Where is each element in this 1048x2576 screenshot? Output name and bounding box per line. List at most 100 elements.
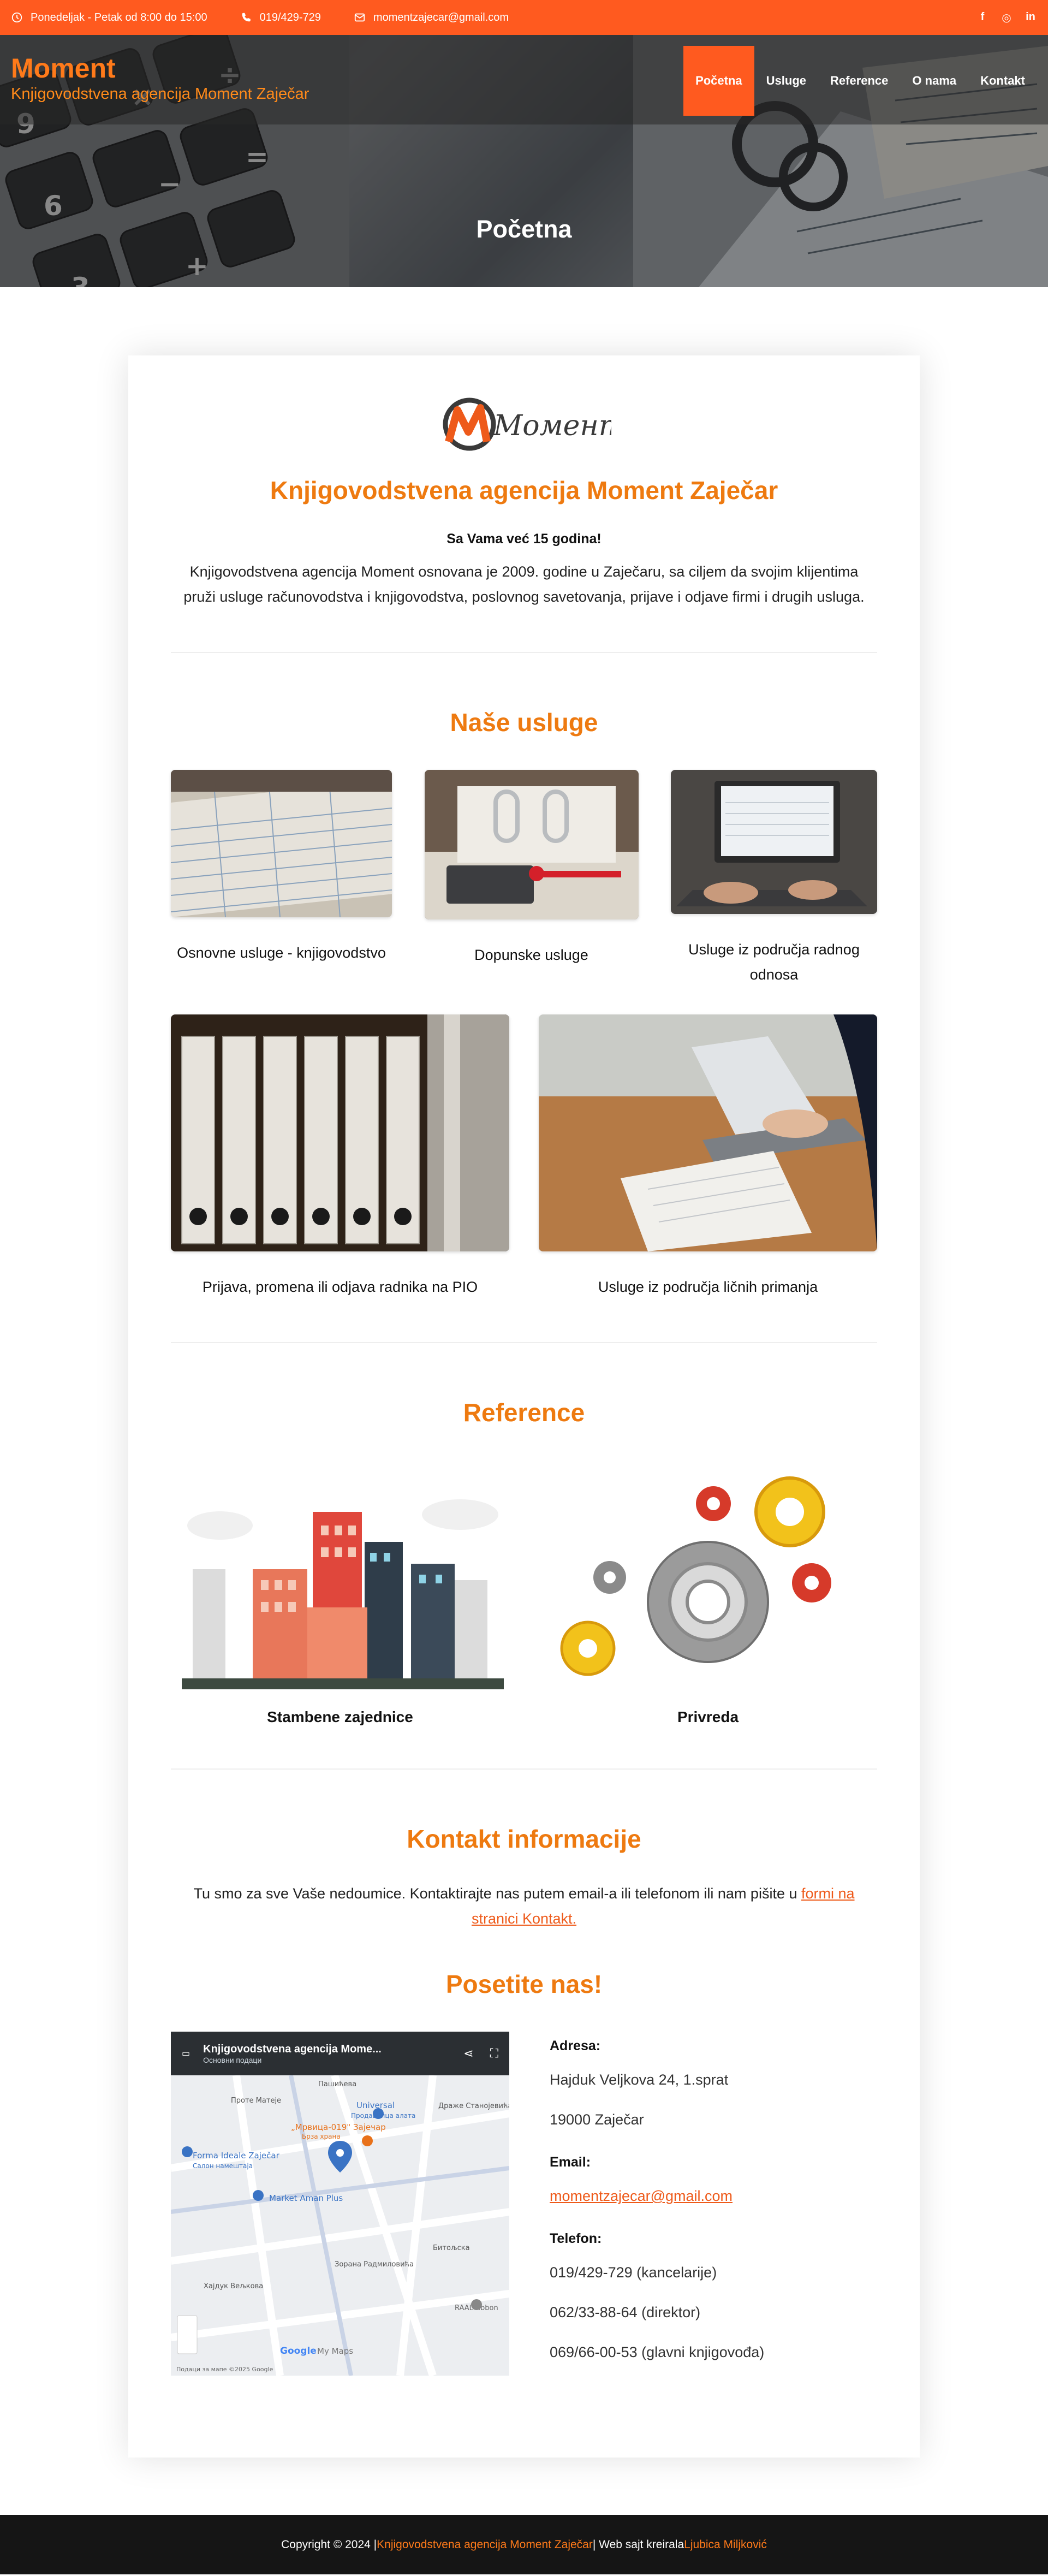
visit-title: Posetite nas! xyxy=(445,1970,603,1998)
visit-section: ▭ Knjigovodstvena agencija Mome... Основ… xyxy=(171,2032,877,2376)
phone-icon xyxy=(242,13,251,22)
intro-title: Knjigovodstvena agencija Moment Zaječar xyxy=(270,476,778,504)
map-poi: Forma Ideale Zaječar xyxy=(193,2151,280,2160)
address-label: Adresa: xyxy=(550,2038,601,2053)
embedded-map[interactable]: ▭ Knjigovodstvena agencija Mome... Основ… xyxy=(171,2032,509,2376)
references-grid: Stambene zajednice Privreda xyxy=(171,1460,877,1726)
hours-text: Ponedeljak - Petak od 8:00 do 15:00 xyxy=(31,11,207,23)
clock-icon xyxy=(11,12,22,23)
main-navbar: Moment Knjigovodstvena agencija Moment Z… xyxy=(0,35,1048,124)
divider xyxy=(171,652,877,653)
service-label: Usluge iz područja radnog odnosa xyxy=(688,941,860,983)
references-title: Reference xyxy=(463,1398,585,1427)
service-label: Osnovne usluge - knjigovodstvo xyxy=(177,945,386,961)
services-title: Naše usluge xyxy=(450,708,598,737)
street-label: Проте Матеје xyxy=(231,2097,281,2105)
phone-label: Telefon: xyxy=(550,2231,602,2246)
brand-name[interactable]: Moment xyxy=(11,55,309,82)
site-footer: Copyright © 2024 | Knjigovodstvena agenc… xyxy=(0,2515,1048,2574)
hours-info: Ponedeljak - Petak od 8:00 do 15:00 xyxy=(11,11,207,24)
nav-item-pocetna[interactable]: Početna xyxy=(683,46,754,116)
brand[interactable]: Moment Knjigovodstvena agencija Moment Z… xyxy=(11,55,309,103)
email-info[interactable]: momentzajecar@gmail.com xyxy=(354,11,509,24)
gears-illustration xyxy=(539,1460,877,1689)
services-row-2: Prijava, promena ili odjava radnika na P… xyxy=(171,1014,877,1299)
social-links: f ◎ in xyxy=(976,11,1037,25)
logo-text: Момент xyxy=(493,409,611,442)
address-city: 19000 Zaječar xyxy=(550,2111,644,2128)
buildings-illustration xyxy=(171,1460,509,1689)
nav-item-usluge[interactable]: Usluge xyxy=(754,46,818,116)
phone-director: 062/33-88-64 (direktor) xyxy=(550,2304,701,2320)
phone-accountant: 069/66-00-53 (glavni knjigovođa) xyxy=(550,2344,765,2360)
street-label: Драже Станојевића xyxy=(438,2102,509,2110)
divider xyxy=(171,1342,877,1343)
email-link[interactable]: momentzajecar@gmail.com xyxy=(550,2188,733,2204)
page-title: Početna xyxy=(476,215,572,243)
mymaps-logo: My Maps xyxy=(317,2346,353,2356)
content-card: Момент Knjigovodstvena agencija Moment Z… xyxy=(128,355,920,2458)
envelope-icon xyxy=(354,13,365,22)
nav-item-kontakt[interactable]: Kontakt xyxy=(968,46,1037,116)
phone-info[interactable]: 019/429-729 xyxy=(240,11,321,24)
address-block: Adresa: Hajduk Veljkova 24, 1.sprat 1900… xyxy=(550,2032,877,2376)
map-title: Knjigovodstvena agencija Mome... xyxy=(203,2043,382,2055)
reference-label: Privreda xyxy=(677,1708,739,1725)
top-bar: Ponedeljak - Petak od 8:00 do 15:00 019/… xyxy=(0,0,1048,35)
notebook-laptop-image xyxy=(539,1014,877,1251)
map-canvas[interactable]: Universal Продавница алата Forma Ideale … xyxy=(171,2032,509,2376)
service-label: Usluge iz područja ličnih primanja xyxy=(598,1279,818,1295)
ledger-image xyxy=(171,770,392,917)
service-label: Prijava, promena ili odjava radnika na P… xyxy=(202,1279,478,1295)
footer-agency-link[interactable]: Knjigovodstvena agencija Moment Zaječar xyxy=(377,2538,593,2551)
service-label: Dopunske usluge xyxy=(474,947,588,963)
intro-text: Knjigovodstvena agencija Moment osnovana… xyxy=(183,563,865,605)
map-subtitle: Основни подаци xyxy=(203,2055,262,2064)
service-card[interactable]: Prijava, promena ili odjava radnika na P… xyxy=(171,1014,509,1299)
address-street: Hajduk Veljkova 24, 1.sprat xyxy=(550,2072,729,2088)
map-attribution: Подаци за мапе ©2025 Google xyxy=(176,2366,273,2373)
map-poi: Брза храна xyxy=(302,2133,341,2140)
street-label: Пашићева xyxy=(318,2080,356,2088)
binder-calculator-image xyxy=(424,770,639,919)
service-card[interactable]: Osnovne usluge - knjigovodstvo xyxy=(171,770,392,987)
contact-text: Tu smo za sve Vaše nedoumice. Kontaktira… xyxy=(171,1881,877,1931)
nav-item-o-nama[interactable]: O nama xyxy=(900,46,968,116)
email-text: momentzajecar@gmail.com xyxy=(373,11,509,23)
reference-card[interactable]: Stambene zajednice xyxy=(171,1460,509,1726)
share-icon[interactable]: ⋖ xyxy=(463,2046,473,2061)
laptop-image xyxy=(671,770,877,914)
services-row-1: Osnovne usluge - knjigovodstvo Dopunske … xyxy=(171,770,877,987)
contact-text-main: Tu smo za sve Vaše nedoumice. Kontaktira… xyxy=(193,1885,801,1902)
footer-author-link[interactable]: Ljubica Miljković xyxy=(684,2538,767,2551)
service-card[interactable]: Dopunske usluge xyxy=(424,770,639,987)
company-logo: Момент xyxy=(443,397,611,451)
phone-office: 019/429-729 (kancelarije) xyxy=(550,2264,717,2281)
map-poi: „Мрвица-019" Зајечар xyxy=(291,2122,386,2132)
street-label: Хајдук Вељкова xyxy=(204,2282,263,2290)
sidebar-toggle-icon[interactable]: ▭ xyxy=(182,2048,190,2059)
map-poi: Universal xyxy=(356,2100,395,2110)
reference-card[interactable]: Privreda xyxy=(539,1460,877,1726)
contact-title: Kontakt informacije xyxy=(407,1825,641,1853)
reference-label: Stambene zajednice xyxy=(267,1708,413,1725)
divider xyxy=(171,1768,877,1770)
archive-folders-image xyxy=(171,1014,509,1251)
map-header: ▭ Knjigovodstvena agencija Mome... Основ… xyxy=(171,2032,509,2075)
street-label: Битољска xyxy=(433,2244,470,2252)
google-logo: Google xyxy=(280,2346,317,2357)
email-label: Email: xyxy=(550,2154,591,2170)
map-poi: Салон намештаја xyxy=(193,2162,253,2170)
facebook-icon[interactable]: f xyxy=(976,11,989,25)
intro-highlight: Sa Vama već 15 godina! xyxy=(446,531,602,547)
linkedin-icon[interactable]: in xyxy=(1024,11,1037,25)
nav-item-reference[interactable]: Reference xyxy=(818,46,900,116)
footer-credit-text: | Web sajt kreirala xyxy=(592,2538,684,2551)
fullscreen-icon[interactable]: ⛶ xyxy=(490,2046,498,2061)
street-label: Зорана Радмиловића xyxy=(335,2260,414,2269)
map-poi: Market Aman Plus xyxy=(269,2193,343,2203)
phone-text: 019/429-729 xyxy=(259,11,321,23)
service-card[interactable]: Usluge iz područja radnog odnosa xyxy=(671,770,877,987)
service-card[interactable]: Usluge iz područja ličnih primanja xyxy=(539,1014,877,1299)
instagram-icon[interactable]: ◎ xyxy=(1000,11,1013,25)
